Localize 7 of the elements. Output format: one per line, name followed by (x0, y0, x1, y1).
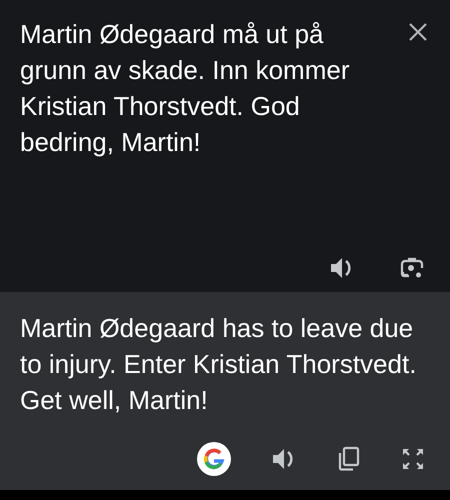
fullscreen-icon[interactable] (401, 447, 425, 471)
copy-icon[interactable] (337, 446, 361, 472)
google-logo-icon[interactable] (197, 442, 231, 476)
close-icon[interactable] (408, 22, 428, 42)
translation-text: Martin Ødegaard has to leave due to injury. Enter Kristian Thorstvedt. Get well, Martin! (20, 312, 418, 417)
source-text: Martin Ødegaard må ut på grunn av skade. Inn kommer Kristian Thorstvedt. God bedring, Martin! (20, 18, 350, 159)
camera-search-icon[interactable] (399, 256, 425, 280)
